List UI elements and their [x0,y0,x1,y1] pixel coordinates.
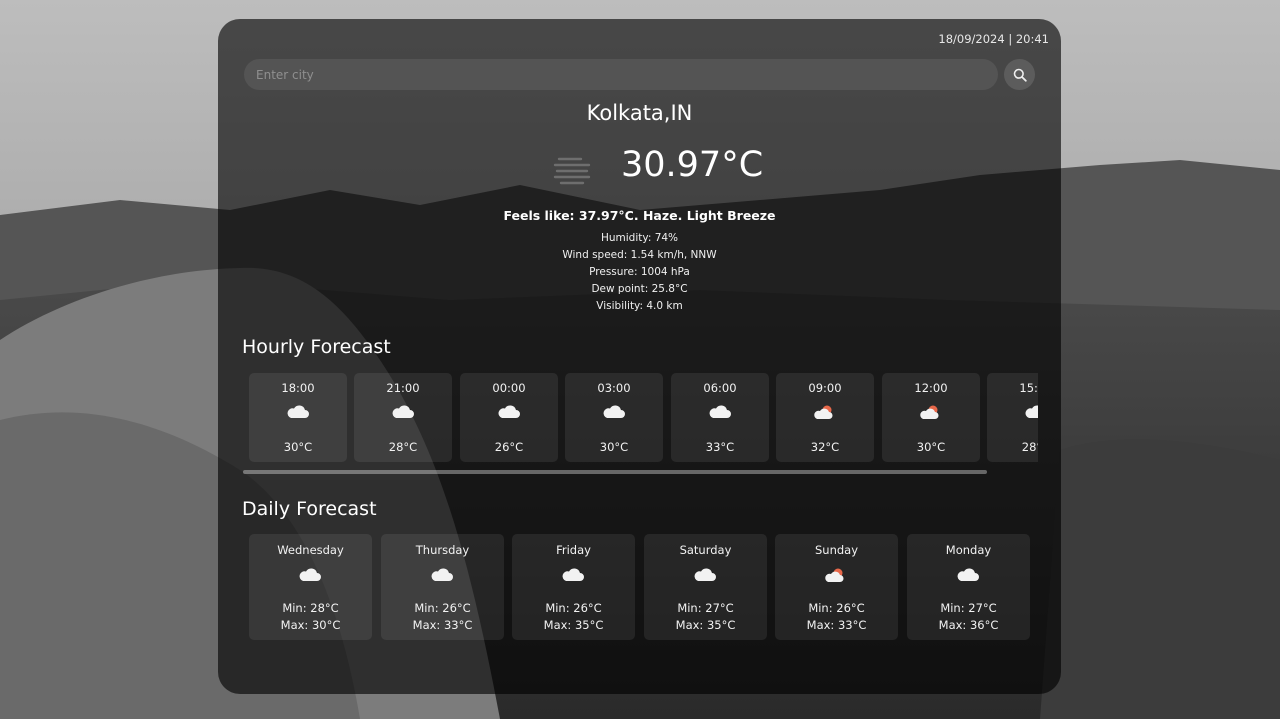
daily-card: Thursday Min: 26°C Max: 33°C [381,534,504,640]
daily-forecast-title: Daily Forecast [242,498,377,520]
visibility-text: Visibility: 4.0 km [596,300,683,312]
hourly-card: 00:00 26°C [460,373,558,462]
cloud-icon [1025,405,1038,418]
day-min-temp: Min: 27°C [677,601,734,615]
city-search-input[interactable] [244,59,998,90]
current-temperature: 30.97°C [621,145,764,185]
day-max-temp: Max: 30°C [280,618,341,632]
sun-cloud-icon [814,405,833,419]
daily-card: Sunday Min: 26°C Max: 33°C [775,534,898,640]
hourly-card: 12:00 30°C [882,373,980,462]
day-name: Thursday [415,543,470,557]
hour-temperature: 33°C [705,440,735,454]
hourly-card: 21:00 28°C [354,373,452,462]
hour-temperature: 28°C [1021,440,1038,454]
cloud-icon [498,405,520,418]
daily-card: Monday Min: 27°C Max: 36°C [907,534,1030,640]
hour-time: 21:00 [386,381,420,395]
hourly-forecast-title: Hourly Forecast [242,336,391,358]
day-max-temp: Max: 33°C [412,618,473,632]
day-min-temp: Min: 28°C [282,601,339,615]
hourly-card: 06:00 33°C [671,373,769,462]
day-min-temp: Min: 27°C [940,601,997,615]
day-max-temp: Max: 35°C [675,618,736,632]
day-name: Friday [556,543,591,557]
humidity-text: Humidity: 74% [600,232,679,244]
pressure-text: Pressure: 1004 hPa [589,266,690,278]
hour-temperature: 32°C [810,440,840,454]
haze-icon [553,157,591,185]
hour-time: 09:00 [808,381,842,395]
cloud-icon [709,405,731,418]
daily-card: Friday Min: 26°C Max: 35°C [512,534,635,640]
cloud-icon [957,568,979,581]
cloud-icon [603,405,625,418]
current-datetime: 18/09/2024 | 20:41 [938,32,1049,46]
day-name: Monday [945,543,992,557]
hour-time: 03:00 [597,381,631,395]
hour-time: 18:00 [281,381,315,395]
weather-card: 18/09/2024 | 20:41 Kolkata,IN 30.97°C Fe… [218,19,1061,694]
cloud-icon [299,568,321,581]
hour-time: 15:00 [1019,381,1038,395]
cloud-icon [287,405,309,418]
city-name: Kolkata,IN [586,101,693,125]
hourly-forecast-list[interactable]: 18:00 30°C 21:00 28°C 00:00 26°C 03:00 3… [249,373,1038,463]
daily-card: Saturday Min: 27°C Max: 35°C [644,534,767,640]
hourly-card: 15:00 28°C [987,373,1038,462]
cloud-icon [562,568,584,581]
cloud-icon [392,405,414,418]
hour-temperature: 26°C [494,440,524,454]
day-min-temp: Min: 26°C [808,601,865,615]
search-button[interactable] [1004,59,1035,90]
search-icon [1013,68,1027,82]
dew-point-text: Dew point: 25.8°C [591,283,688,295]
hour-temperature: 30°C [916,440,946,454]
day-max-temp: Max: 36°C [938,618,999,632]
hourly-card: 03:00 30°C [565,373,663,462]
day-name: Wednesday [277,543,344,557]
day-name: Saturday [679,543,732,557]
hour-time: 12:00 [914,381,948,395]
sun-cloud-icon [920,405,939,419]
day-min-temp: Min: 26°C [545,601,602,615]
hour-temperature: 28°C [388,440,418,454]
cloud-icon [694,568,716,581]
day-min-temp: Min: 26°C [414,601,471,615]
day-max-temp: Max: 33°C [806,618,867,632]
hour-time: 06:00 [703,381,737,395]
hour-time: 00:00 [492,381,526,395]
daily-card: Wednesday Min: 28°C Max: 30°C [249,534,372,640]
day-name: Sunday [814,543,859,557]
wind-speed-text: Wind speed: 1.54 km/h, NNW [562,249,717,261]
day-max-temp: Max: 35°C [543,618,604,632]
weather-details: Humidity: 74% Wind speed: 1.54 km/h, NNW… [218,230,1061,315]
hour-temperature: 30°C [283,440,313,454]
hourly-scrollbar[interactable] [243,470,987,474]
sun-cloud-icon [825,568,844,582]
hourly-card: 18:00 30°C [249,373,347,462]
cloud-icon [431,568,453,581]
weather-summary: Feels like: 37.97°C. Haze. Light Breeze [503,208,776,223]
hour-temperature: 30°C [599,440,629,454]
hourly-card: 09:00 32°C [776,373,874,462]
